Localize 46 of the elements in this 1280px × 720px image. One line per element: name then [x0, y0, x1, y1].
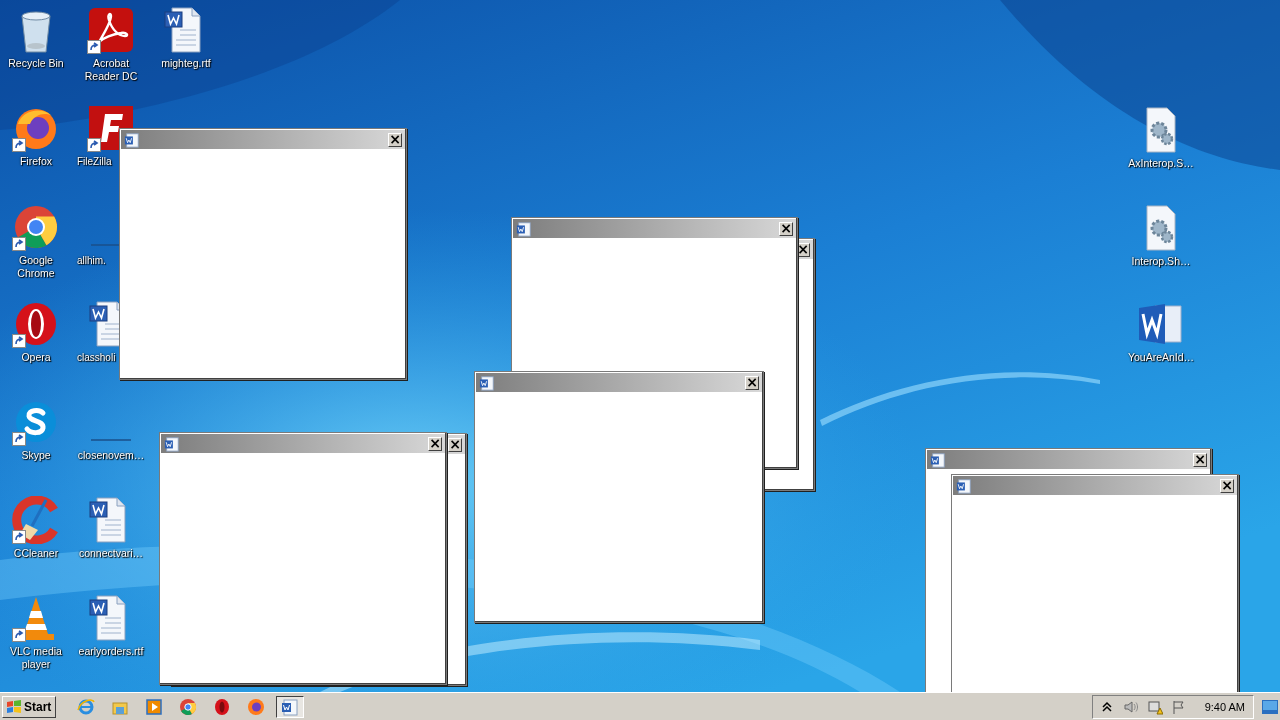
- icon-label[interactable]: FileZilla: [77, 155, 112, 168]
- icon-label[interactable]: CCleaner: [13, 547, 59, 560]
- document-icon: [124, 131, 140, 148]
- network-warning-icon[interactable]: [1146, 698, 1163, 715]
- document-icon: [516, 220, 532, 237]
- document-icon: [930, 451, 946, 468]
- icon-label[interactable]: mighteg.rtf: [161, 57, 211, 70]
- icon-label[interactable]: VLC media player: [4, 645, 68, 671]
- icon-label[interactable]: closenovem…: [77, 449, 145, 462]
- icon-label[interactable]: allhim.: [77, 254, 106, 267]
- document-icon: [164, 435, 180, 452]
- icon-label[interactable]: Acrobat Reader DC: [79, 57, 143, 83]
- icon-label[interactable]: YouAreAnId…: [1127, 351, 1195, 364]
- browser-logo-icon: [179, 697, 198, 716]
- start-button[interactable]: Start: [2, 695, 57, 718]
- close-button[interactable]: ×: [388, 132, 402, 147]
- icon-label[interactable]: AxInterop.S…: [1128, 157, 1194, 170]
- taskbar-button[interactable]: [276, 695, 305, 718]
- document-icon: [956, 477, 972, 494]
- start-logo-icon: [6, 698, 22, 715]
- document-icon: [281, 697, 300, 716]
- icon-label[interactable]: Firefox: [19, 155, 53, 168]
- close-button[interactable]: ×: [448, 437, 462, 452]
- globe-icon: [77, 697, 96, 716]
- flag-icon[interactable]: [1170, 698, 1187, 715]
- close-button[interactable]: ×: [779, 221, 793, 236]
- play-icon: [145, 697, 164, 716]
- icon-label[interactable]: Recycle Bin: [8, 57, 64, 70]
- close-button[interactable]: ×: [1193, 452, 1207, 467]
- close-button[interactable]: ×: [1220, 478, 1234, 493]
- fox-logo-icon: [247, 697, 266, 716]
- icon-label[interactable]: Google Chrome: [4, 254, 68, 280]
- icon-label[interactable]: earlyorders.rtf: [78, 645, 144, 658]
- show-desktop-button[interactable]: [1262, 699, 1278, 714]
- clock[interactable]: 9:40 AM: [1204, 700, 1245, 713]
- close-button[interactable]: ×: [745, 375, 759, 390]
- browser-logo-icon[interactable]: [12, 203, 60, 251]
- ring-logo-icon: [213, 697, 232, 716]
- icon-label[interactable]: classholi: [77, 351, 116, 364]
- close-button[interactable]: ×: [428, 436, 442, 451]
- icon-label[interactable]: Opera: [21, 351, 51, 364]
- broom-logo-icon[interactable]: [12, 496, 60, 544]
- document-icon: [479, 374, 495, 391]
- icon-label[interactable]: Skype: [21, 449, 51, 462]
- pdf-app-icon[interactable]: [87, 6, 135, 54]
- icon-label[interactable]: Interop.Sh…: [1131, 255, 1191, 268]
